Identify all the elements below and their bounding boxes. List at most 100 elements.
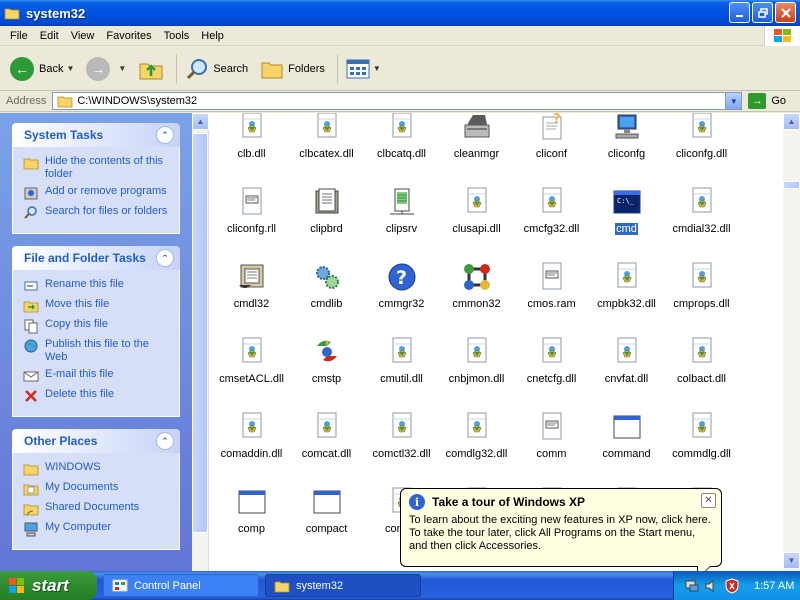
task-search-files[interactable]: Search for files or folders [23,205,173,221]
file-item[interactable]: comctl32.dll [364,411,439,486]
place-label[interactable]: My Computer [45,521,111,534]
file-item[interactable]: cmdial32.dll [664,186,739,261]
task-label[interactable]: Hide the contents of this folder [45,155,173,181]
address-input[interactable]: C:\WINDOWS\system32 ▼ [52,92,743,110]
place-label[interactable]: WINDOWS [45,461,101,474]
place-windows[interactable]: WINDOWS [23,461,173,477]
file-item[interactable]: comaddin.dll [214,411,289,486]
up-folder-button[interactable] [134,52,168,86]
file-item[interactable]: ? cmmgr32 [364,261,439,336]
task-hide-contents[interactable]: Hide the contents of this folder [23,155,173,181]
file-item[interactable]: command [589,411,664,486]
chevron-down-icon[interactable]: ▼ [373,64,381,73]
file-item[interactable]: compact [289,486,364,561]
place-my-documents[interactable]: My Documents [23,481,173,497]
place-label[interactable]: My Documents [45,481,118,494]
start-button[interactable]: start [0,571,97,600]
title-bar[interactable]: system32 [0,0,800,26]
network-tray-icon[interactable] [684,578,700,594]
file-item[interactable]: cmdl32 [214,261,289,336]
security-shield-icon[interactable] [724,577,740,594]
file-item[interactable]: comp [214,486,289,561]
file-item[interactable]: cliconfg.dll [664,113,739,186]
collapse-chevron-icon[interactable]: ⌃ [156,249,174,267]
file-item[interactable]: cnbjmon.dll [439,336,514,411]
other-places-header[interactable]: Other Places ⌃ [12,429,180,453]
menu-file[interactable]: File [4,30,34,42]
file-item[interactable]: cmpbk32.dll [589,261,664,336]
task-add-remove-programs[interactable]: Add or remove programs [23,185,173,201]
balloon-close-button[interactable]: ✕ [701,493,716,508]
file-item[interactable]: cmstp [289,336,364,411]
speaker-tray-icon[interactable] [704,578,720,594]
file-item[interactable]: C:\_ cmd [589,186,664,261]
file-item[interactable]: clusapi.dll [439,186,514,261]
minimize-button[interactable] [729,2,750,23]
system-tasks-header[interactable]: System Tasks ⌃ [12,123,180,147]
address-dropdown-button[interactable]: ▼ [725,93,742,109]
close-button[interactable] [775,2,796,23]
task-label[interactable]: Publish this file to the Web [45,338,173,364]
file-item[interactable]: clbcatex.dll [289,113,364,186]
file-item[interactable]: cmdlib [289,261,364,336]
file-item[interactable]: cmmon32 [439,261,514,336]
menu-edit[interactable]: Edit [34,30,65,42]
maximize-button[interactable] [752,2,773,23]
tour-balloon[interactable]: i Take a tour of Windows XP To learn abo… [400,488,722,580]
file-item[interactable]: cmos.ram [514,261,589,336]
place-my-computer[interactable]: My Computer [23,521,173,537]
task-rename[interactable]: Rename this file [23,278,173,294]
task-publish-web[interactable]: Publish this file to the Web [23,338,173,364]
taskbar-item-system32[interactable]: system32 [265,574,421,597]
task-label[interactable]: Copy this file [45,318,108,331]
scroll-up-arrow-icon[interactable]: ▲ [783,113,800,130]
task-label[interactable]: Rename this file [45,278,124,291]
file-item[interactable]: cnvfat.dll [589,336,664,411]
taskbar-item-control-panel[interactable]: Control Panel [103,574,259,597]
file-item[interactable]: ? cliconf [514,113,589,186]
file-item[interactable]: commdlg.dll [664,411,739,486]
task-delete[interactable]: Delete this file [23,388,173,404]
collapse-chevron-icon[interactable]: ⌃ [156,432,174,450]
scroll-up-arrow-icon[interactable]: ▲ [192,113,209,130]
task-label[interactable]: E-mail this file [45,368,113,381]
task-pane-scrollbar[interactable]: ▲ [192,113,209,571]
task-label[interactable]: Delete this file [45,388,114,401]
place-label[interactable]: Shared Documents [45,501,139,514]
file-folder-tasks-header[interactable]: File and Folder Tasks ⌃ [12,246,180,270]
file-item[interactable]: cmprops.dll [664,261,739,336]
folders-button[interactable]: Folders [256,52,329,86]
file-item[interactable]: colbact.dll [664,336,739,411]
taskbar-clock[interactable]: 1:57 AM [754,580,794,592]
file-item[interactable]: cleanmgr [439,113,514,186]
chevron-down-icon[interactable]: ▼ [118,64,126,73]
menu-view[interactable]: View [65,30,101,42]
task-label[interactable]: Add or remove programs [45,185,167,198]
file-list-scrollbar[interactable]: ▲ ▼ [783,113,800,571]
forward-button[interactable]: → ▼ [82,52,130,86]
search-button[interactable]: Search [181,52,252,86]
task-label[interactable]: Move this file [45,298,109,311]
go-button[interactable]: → Go [748,93,786,109]
menu-help[interactable]: Help [195,30,230,42]
collapse-chevron-icon[interactable]: ⌃ [156,126,174,144]
scrollbar-thumb[interactable] [192,133,208,533]
file-item[interactable]: clipbrd [289,186,364,261]
views-button[interactable]: ▼ [342,52,385,86]
file-item[interactable]: cmcfg32.dll [514,186,589,261]
file-item[interactable]: comm [514,411,589,486]
task-label[interactable]: Search for files or folders [45,205,167,218]
file-item[interactable]: clipsrv [364,186,439,261]
file-item[interactable]: cliconfg [589,113,664,186]
task-move[interactable]: Move this file [23,298,173,314]
task-email[interactable]: E-mail this file [23,368,173,384]
file-item[interactable]: cnetcfg.dll [514,336,589,411]
file-item[interactable]: comdlg32.dll [439,411,514,486]
menu-tools[interactable]: Tools [158,30,196,42]
scrollbar-thumb[interactable] [783,181,800,189]
file-item[interactable]: cmsetACL.dll [214,336,289,411]
file-item[interactable]: clbcatq.dll [364,113,439,186]
file-item[interactable]: cliconfg.rll [214,186,289,261]
scroll-down-arrow-icon[interactable]: ▼ [783,552,800,569]
chevron-down-icon[interactable]: ▼ [66,64,74,73]
